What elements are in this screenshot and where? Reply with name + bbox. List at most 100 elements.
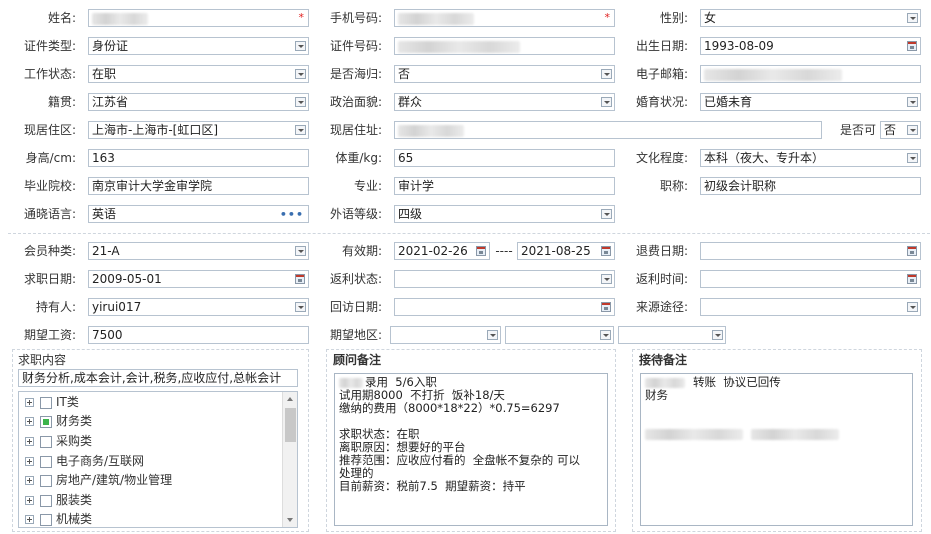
height-label: 身高/cm:	[25, 151, 76, 165]
job-content-summary[interactable]: 财务分析,成本会计,会计,税务,应收应付,总帐会计	[18, 369, 298, 387]
weight-field[interactable]: 65	[394, 149, 615, 167]
scroll-down-icon[interactable]	[287, 518, 293, 522]
holder-select[interactable]: yirui017	[88, 298, 309, 316]
checkbox[interactable]	[40, 415, 52, 428]
expand-icon[interactable]	[25, 515, 34, 524]
height-field[interactable]: 163	[88, 149, 309, 167]
native-label: 籍贯:	[47, 95, 76, 109]
checkbox[interactable]	[40, 455, 52, 468]
chevron-down-icon[interactable]	[295, 69, 306, 79]
name-field[interactable]: *	[88, 9, 309, 27]
chevron-down-icon[interactable]	[907, 153, 918, 163]
checkbox[interactable]	[40, 435, 52, 448]
rebate-status-select[interactable]	[394, 270, 615, 288]
expand-icon[interactable]	[25, 476, 34, 485]
chevron-down-icon[interactable]	[295, 125, 306, 135]
chevron-down-icon[interactable]	[907, 97, 918, 107]
checkbox[interactable]	[40, 396, 52, 409]
chevron-down-icon[interactable]	[907, 302, 918, 312]
valid-to-field[interactable]: 2021-08-25	[517, 242, 615, 260]
refund-date-field[interactable]	[700, 242, 921, 260]
language-field[interactable]: 英语 •••	[88, 205, 309, 223]
email-field[interactable]	[700, 65, 921, 83]
whether-select[interactable]: 否	[880, 121, 921, 139]
checkbox[interactable]	[40, 494, 52, 507]
expand-icon[interactable]	[25, 398, 34, 407]
chevron-down-icon[interactable]	[295, 97, 306, 107]
tree-item[interactable]: 电子商务/互联网	[25, 452, 144, 470]
job-date-field[interactable]: 2009-05-01	[88, 270, 309, 288]
native-select[interactable]: 江苏省	[88, 93, 309, 111]
tree-item[interactable]: IT类	[25, 393, 79, 411]
school-field[interactable]: 南京审计大学金审学院	[88, 177, 309, 195]
chevron-down-icon[interactable]	[601, 69, 612, 79]
tree-item[interactable]: 采购类	[25, 432, 92, 450]
chevron-down-icon[interactable]	[600, 330, 611, 340]
residence-select[interactable]: 上海市-上海市-[虹口区]	[88, 121, 309, 139]
visit-date-field[interactable]	[394, 298, 615, 316]
salary-field[interactable]: 7500	[88, 326, 309, 344]
source-select[interactable]	[700, 298, 921, 316]
expand-icon[interactable]	[25, 496, 34, 505]
address-field[interactable]	[394, 121, 822, 139]
calendar-icon[interactable]	[907, 246, 917, 256]
tree-item[interactable]: 房地产/建筑/物业管理	[25, 471, 172, 489]
expand-icon[interactable]	[25, 417, 34, 426]
consultant-notes-textarea[interactable]: 录用 5/6入职 试用期8000 不打折 饭补18/天 缴纳的费用（8000*18*…	[334, 373, 608, 526]
region-province-select[interactable]	[390, 326, 501, 344]
id-type-select[interactable]: 身份证	[88, 37, 309, 55]
checkbox[interactable]	[40, 513, 52, 526]
scrollbar[interactable]	[282, 392, 297, 527]
marital-select[interactable]: 已婚未育	[700, 93, 921, 111]
chevron-down-icon[interactable]	[907, 13, 918, 23]
lang-level-select[interactable]: 四级	[394, 205, 615, 223]
tree-item[interactable]: 服装类	[25, 491, 92, 509]
politics-select[interactable]: 群众	[394, 93, 615, 111]
chevron-down-icon[interactable]	[907, 125, 918, 135]
chevron-down-icon[interactable]	[712, 330, 723, 340]
scroll-thumb[interactable]	[285, 408, 296, 442]
region-city-select[interactable]	[505, 326, 614, 344]
returnee-select[interactable]: 否	[394, 65, 615, 83]
calendar-icon[interactable]	[907, 41, 917, 51]
id-no-field[interactable]	[394, 37, 615, 55]
tree-item[interactable]: 机械类	[25, 510, 92, 527]
holder-label: 持有人:	[35, 300, 76, 314]
redacted-address	[398, 124, 464, 137]
chevron-down-icon[interactable]	[601, 97, 612, 107]
expand-icon[interactable]	[25, 457, 34, 466]
member-type-select[interactable]: 21-A	[88, 242, 309, 260]
education-select[interactable]: 本科（夜大、专升本）	[700, 149, 921, 167]
tree-item[interactable]: 财务类	[25, 412, 92, 430]
calendar-icon[interactable]	[295, 274, 305, 284]
rebate-time-field[interactable]	[700, 270, 921, 288]
title-field[interactable]: 初级会计职称	[700, 177, 921, 195]
calendar-icon[interactable]	[601, 302, 611, 312]
major-field[interactable]: 审计学	[394, 177, 615, 195]
gender-label: 性别:	[659, 11, 688, 25]
chevron-down-icon[interactable]	[487, 330, 498, 340]
more-icon[interactable]: •••	[280, 207, 304, 222]
reception-notes-textarea[interactable]: 转账 协议已回传 财务	[640, 373, 913, 526]
scroll-up-icon[interactable]	[287, 397, 293, 401]
chevron-down-icon[interactable]	[601, 274, 612, 284]
valid-from-field[interactable]: 2021-02-26	[394, 242, 490, 260]
gender-select[interactable]: 女	[700, 9, 921, 27]
chevron-down-icon[interactable]	[295, 246, 306, 256]
chevron-down-icon[interactable]	[601, 209, 612, 219]
checkbox[interactable]	[40, 474, 52, 487]
chevron-down-icon[interactable]	[295, 302, 306, 312]
work-status-select[interactable]: 在职	[88, 65, 309, 83]
birth-date-field[interactable]: 1993-08-09	[700, 37, 921, 55]
phone-field[interactable]: *	[394, 9, 615, 27]
expand-icon[interactable]	[25, 437, 34, 446]
job-category-tree[interactable]: IT类 财务类 采购类 电子商务/互联网 房地产/建筑/物业管理 服装类 机械类	[18, 391, 298, 528]
calendar-icon[interactable]	[476, 246, 486, 256]
calendar-icon[interactable]	[601, 246, 611, 256]
calendar-icon[interactable]	[907, 274, 917, 284]
id-no-label: 证件号码:	[329, 39, 382, 53]
visit-date-label: 回访日期:	[329, 300, 382, 314]
region-district-select[interactable]	[618, 326, 726, 344]
refund-date-label: 退费日期:	[635, 244, 688, 258]
chevron-down-icon[interactable]	[295, 41, 306, 51]
